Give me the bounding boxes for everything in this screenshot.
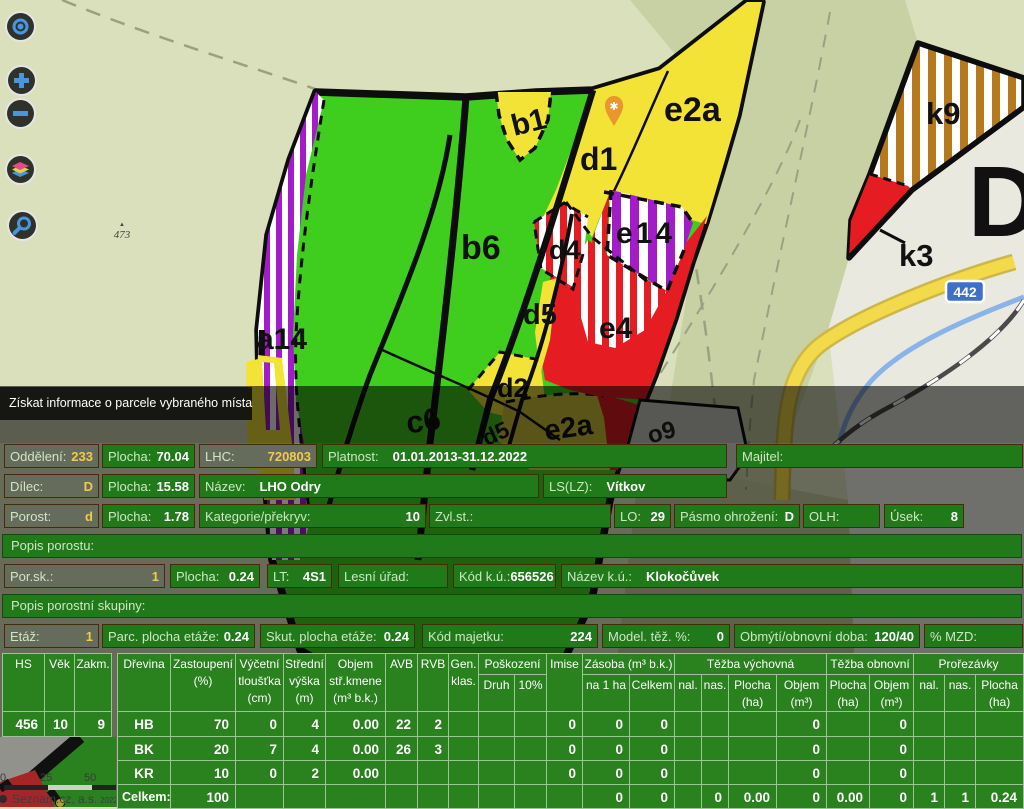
svg-text:e14: e14 [616,217,675,250]
svg-text:e4: e4 [599,312,633,345]
svg-text:25: 25 [40,772,52,784]
svg-text:a14: a14 [257,323,307,356]
svg-text:d1: d1 [580,141,617,177]
svg-text:d5: d5 [523,299,557,331]
svg-text:d4: d4 [549,235,581,265]
svg-text:2022: 2022 [100,796,116,805]
svg-text:473: 473 [114,229,131,241]
svg-text:✱: ✱ [609,101,618,113]
svg-text:D: D [968,146,1024,258]
svg-text:e2a: e2a [664,91,722,129]
svg-text:0: 0 [0,772,6,784]
svg-text:50: 50 [84,772,96,784]
svg-text:442: 442 [953,284,977,300]
svg-text:▲: ▲ [119,222,125,228]
svg-text:Seznam.cz, a.s.: Seznam.cz, a.s. [12,792,97,806]
svg-text:b6: b6 [461,229,501,267]
svg-text:k9: k9 [926,96,960,131]
svg-text:k3: k3 [899,238,933,273]
